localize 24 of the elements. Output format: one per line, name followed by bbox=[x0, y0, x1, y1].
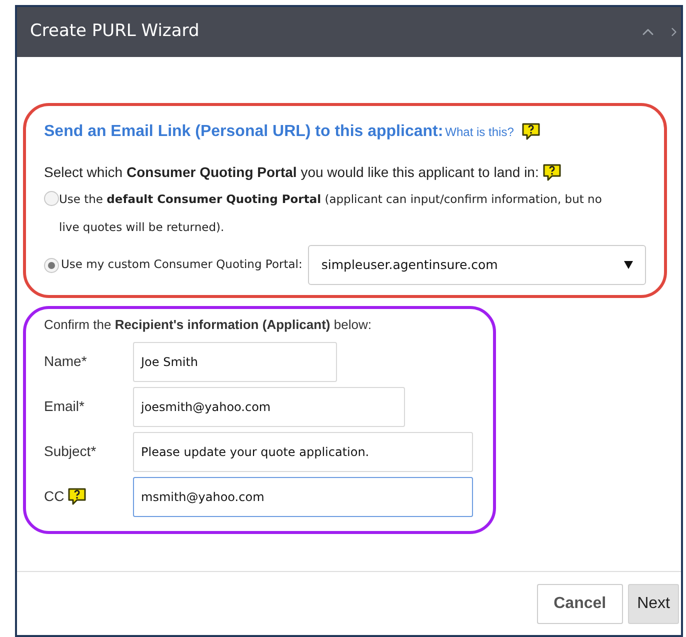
option-label: Use my custom Consumer Quoting Portal: bbox=[61, 256, 302, 274]
dropdown-caret-icon bbox=[624, 261, 633, 269]
option-label: Use the default Consumer Quoting Portal (applicant can input/confirm information, but no live quotes will be returned). bbox=[59, 191, 603, 236]
recipient-prompt: Confirm the Recipient's information (Applicant) below: bbox=[44, 316, 372, 334]
what-is-this-link[interactable]: What is this? bbox=[445, 123, 514, 141]
window-title: Create PURL Wizard bbox=[30, 20, 200, 44]
input-field[interactable]: Joe Smith bbox=[133, 342, 337, 382]
help-icon[interactable] bbox=[68, 488, 86, 506]
next-button[interactable]: Next bbox=[628, 584, 679, 624]
portal-select[interactable]: simpleuser.agentinsure.com bbox=[308, 245, 646, 285]
input-field[interactable]: joesmith@yahoo.com bbox=[133, 386, 405, 426]
field-label: CC bbox=[44, 487, 64, 506]
cancel-button[interactable]: Cancel bbox=[536, 584, 624, 624]
radio-button[interactable] bbox=[44, 258, 59, 272]
radio-button[interactable] bbox=[44, 191, 59, 206]
field-label: Name* bbox=[44, 352, 87, 371]
portal-prompt: Select which Consumer Quoting Portal you would like this applicant to land in: bbox=[44, 163, 539, 182]
section-heading: Send an Email Link (Personal URL) to this applicant: bbox=[44, 122, 444, 142]
input-field[interactable]: Please update your quote application. bbox=[133, 432, 473, 472]
input-field[interactable]: msmith@yahoo.com bbox=[133, 476, 473, 516]
field-label: Email* bbox=[44, 397, 84, 416]
field-label: Subject* bbox=[44, 442, 96, 461]
help-icon[interactable] bbox=[522, 123, 540, 141]
help-icon[interactable] bbox=[542, 164, 561, 182]
